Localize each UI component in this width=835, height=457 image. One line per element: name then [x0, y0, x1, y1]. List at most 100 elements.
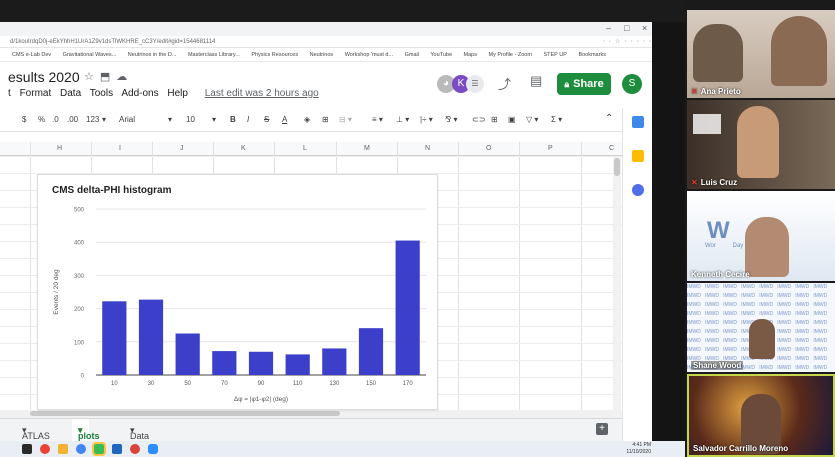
app-icon[interactable]	[92, 442, 106, 456]
participant-tile[interactable]: IMWD IMWD IMWD IMWD IMWD IMWD IMWD IMWD …	[687, 283, 835, 372]
folder-icon[interactable]	[58, 444, 68, 454]
increase-decimal-button[interactable]: .00	[67, 115, 78, 124]
address-bar[interactable]: d/1kouIrdqD0j-eEkYhhH1UrA1Z9v1dsTlWKHRE_…	[0, 36, 685, 48]
functions-icon[interactable]: Σ ▾	[551, 115, 562, 124]
participant-tile-active-speaker[interactable]: Salvador Carrillo Moreno	[687, 374, 835, 457]
bookmark-item[interactable]: Neutrinos	[310, 52, 334, 58]
menu-format[interactable]: Format	[20, 88, 52, 99]
bookmark-item[interactable]: My Profile - Zoom	[489, 52, 532, 58]
sheet-tab-data-claims[interactable]: Data Claims ▾	[130, 425, 158, 451]
horizontal-scrollbar[interactable]	[0, 410, 622, 418]
align-horizontal-icon[interactable]: ≡ ▾	[372, 115, 383, 124]
move-icon[interactable]: ⬒	[100, 71, 116, 83]
last-edit-link[interactable]: Last edit was 2 hours ago	[205, 88, 319, 99]
explore-icon[interactable]: +	[596, 423, 608, 435]
filter-icon[interactable]: ▽ ▾	[526, 115, 538, 124]
column-header[interactable]: K	[241, 145, 246, 152]
start-icon[interactable]	[22, 444, 32, 454]
text-rotate-icon[interactable]: ⅋ ▾	[445, 115, 457, 124]
bookmark-item[interactable]: Gmail	[405, 52, 419, 58]
column-header[interactable]: P	[548, 145, 553, 152]
text-color-button[interactable]: A	[282, 115, 287, 124]
bookmark-item[interactable]: CMS e-Lab Dev	[12, 52, 51, 58]
participant-tile[interactable]: W 2 Wor Day Kenneth Cecire	[687, 191, 835, 281]
column-header[interactable]: H	[57, 145, 62, 152]
borders-icon[interactable]: ⊞	[322, 115, 329, 124]
participant-tile[interactable]: ✕ Luis Cruz	[687, 100, 835, 189]
column-header[interactable]: I	[119, 145, 121, 152]
bookmark-item[interactable]: Workshop 'must d...	[345, 52, 393, 58]
zoom-icon[interactable]	[148, 444, 158, 454]
bookmark-item[interactable]: Physics Resources	[251, 52, 298, 58]
minimize-button[interactable]: –	[606, 23, 611, 33]
currency-format-button[interactable]: $	[22, 115, 26, 124]
document-title[interactable]: esults 2020	[8, 69, 80, 85]
fill-color-icon[interactable]: ◈	[304, 115, 310, 124]
collapse-toolbar-icon[interactable]: ⌃	[605, 113, 613, 124]
bookmark-item[interactable]: Masterclass Library...	[188, 52, 240, 58]
app-icon[interactable]	[112, 444, 122, 454]
chart-icon[interactable]: ▣	[508, 115, 516, 124]
maximize-button[interactable]: □	[624, 23, 629, 33]
decrease-decimal-button[interactable]: .0	[52, 115, 59, 124]
bookmark-item[interactable]: Bookmarks	[578, 52, 606, 58]
bar	[358, 328, 384, 375]
font-select[interactable]: Arial	[119, 115, 135, 124]
menu-tools[interactable]: Tools	[90, 88, 113, 99]
bold-button[interactable]: B	[230, 115, 236, 124]
zoom-meeting-window: – □ × d/1kouIrdqD0j-eEkYhhH1UrA1Z9v1dsTl…	[0, 0, 835, 457]
x-tick-label: 110	[293, 381, 303, 387]
x-tick-label: 150	[366, 381, 377, 387]
histogram-chart[interactable]: CMS delta-PHI histogram 0 100 200 300 400 500…	[37, 174, 438, 410]
vertical-scrollbar[interactable]	[613, 156, 621, 411]
user-avatar[interactable]: S	[622, 74, 642, 94]
scroll-thumb[interactable]	[30, 411, 340, 416]
chrome-icon[interactable]	[40, 444, 50, 454]
y-tick-label: 400	[74, 241, 85, 247]
menu-item[interactable]: t	[8, 88, 11, 99]
column-header[interactable]: J	[180, 145, 184, 152]
share-button[interactable]: 🔒︎ Share	[557, 73, 611, 95]
comments-icon[interactable]: ▤	[530, 73, 542, 89]
merge-cells-icon[interactable]: ⊟ ▾	[339, 115, 352, 124]
keep-icon[interactable]	[632, 150, 644, 162]
sheet-tab-atlas[interactable]: ATLAS ▾	[22, 425, 50, 441]
strikethrough-button[interactable]: S	[264, 115, 269, 124]
link-icon[interactable]: ⊂⊃	[472, 115, 485, 124]
calendar-icon[interactable]	[632, 116, 644, 128]
scroll-thumb[interactable]	[614, 158, 620, 176]
column-header[interactable]: C	[609, 145, 614, 152]
participant-video	[771, 16, 827, 86]
more-formats-button[interactable]: 123	[86, 115, 99, 124]
bookmark-item[interactable]: YouTube	[430, 52, 452, 58]
percent-format-button[interactable]: %	[38, 115, 45, 124]
comment-icon[interactable]: ⊞	[491, 115, 498, 124]
text-wrap-icon[interactable]: |÷ ▾	[420, 115, 433, 124]
italic-button[interactable]: I	[247, 115, 249, 124]
menu-data[interactable]: Data	[60, 88, 81, 99]
font-size-select[interactable]: 10	[186, 115, 195, 124]
menu-help[interactable]: Help	[167, 88, 188, 99]
column-header[interactable]: M	[364, 145, 370, 152]
bookmark-item[interactable]: STEP UP	[543, 52, 566, 58]
column-header[interactable]: L	[303, 145, 307, 152]
align-vertical-icon[interactable]: ⊥ ▾	[396, 115, 409, 124]
x-tick-label: 50	[184, 381, 191, 387]
tasks-icon[interactable]	[632, 184, 644, 196]
bookmark-item[interactable]: Neutrinos in the D...	[128, 52, 177, 58]
activity-trend-icon[interactable]: ⤴	[498, 74, 511, 93]
close-button[interactable]: ×	[642, 23, 647, 33]
comment-bubble-icon[interactable]: ☰	[466, 75, 484, 93]
app-icon[interactable]	[130, 444, 140, 454]
app-icon[interactable]	[76, 444, 86, 454]
sheet-tab-plots[interactable]: plots ▾	[72, 419, 100, 441]
bookmark-item[interactable]: Maps	[464, 52, 477, 58]
column-header[interactable]: O	[486, 145, 491, 152]
formatting-toolbar: $ % .0 .00 123 ▾ Arial ▾ 10 ▾ B I S A ◈ …	[0, 108, 685, 132]
bookmark-item[interactable]: Gravitational Waves...	[63, 52, 117, 58]
star-icon[interactable]: ☆	[84, 71, 100, 83]
menu-addons[interactable]: Add-ons	[121, 88, 158, 99]
column-header[interactable]: N	[425, 145, 430, 152]
cloud-icon[interactable]: ☁	[116, 71, 133, 83]
participant-tile[interactable]: ✕ Ana Prieto	[687, 10, 835, 98]
